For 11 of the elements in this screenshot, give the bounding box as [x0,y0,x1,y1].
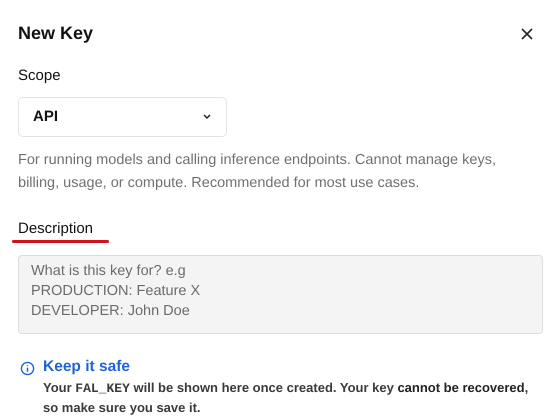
scope-select[interactable]: API [18,97,227,137]
chevron-down-icon [202,114,212,120]
description-label: Description [18,220,94,238]
info-icon [20,361,35,376]
notice-title: Keep it safe [43,358,132,376]
scope-label: Scope [18,67,61,84]
notice-text: Your FAL_KEY will be shown here once created. Your key cannot be recovered, so make sure you save it. [43,379,530,417]
scope-help-text: For running models and calling inference endpoints. Cannot manage keys, billing, usage, or compute. Recommended for most use cases. [18,150,497,193]
close-button[interactable] [519,26,535,42]
dialog-title: New Key [18,23,94,44]
description-field[interactable]: What is this key for? e.g PRODUCTION: Feature X DEVELOPER: John Doe [18,255,543,334]
